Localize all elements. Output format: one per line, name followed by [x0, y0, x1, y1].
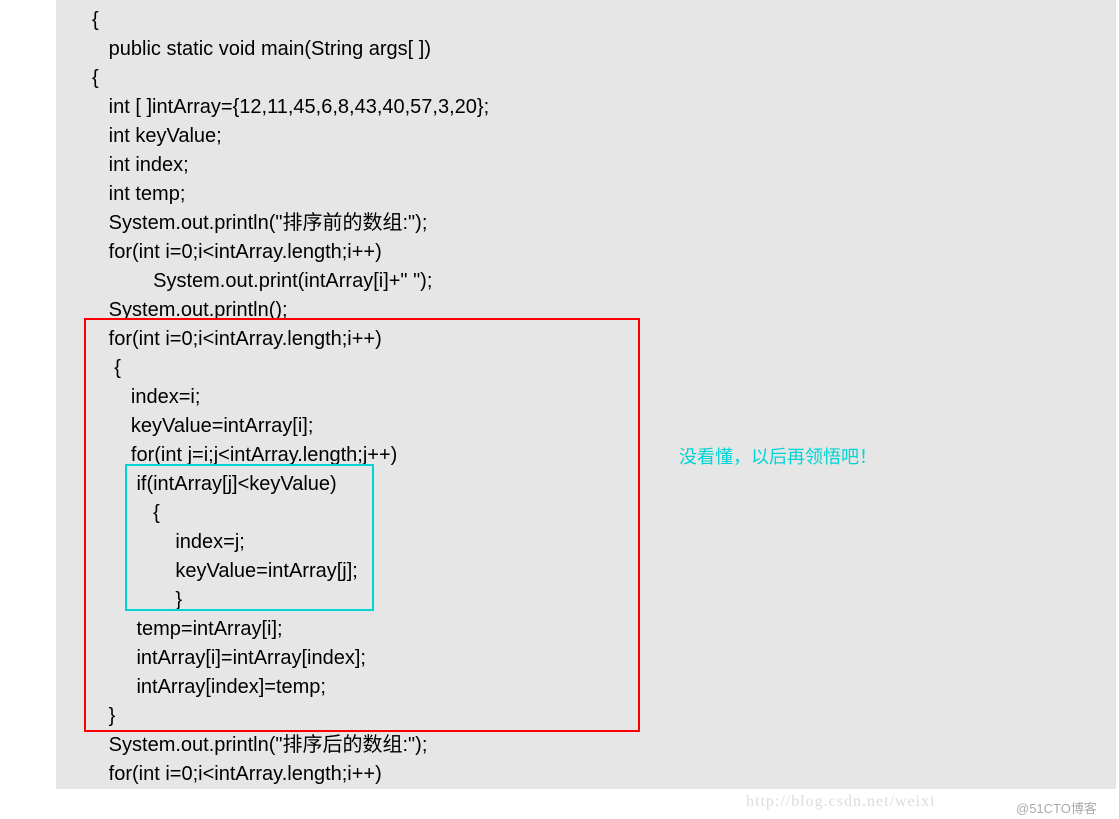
code-line: temp=intArray[i];	[56, 615, 1116, 644]
code-line: for(int i=0;i<intArray.length;i++)	[56, 760, 1116, 789]
code-line: int index;	[56, 151, 1116, 180]
watermark-copyright: @51CTO博客	[1016, 800, 1097, 819]
code-line: int temp;	[56, 180, 1116, 209]
code-line: intArray[index]=temp;	[56, 673, 1116, 702]
code-line: }	[56, 702, 1116, 731]
code-line: {	[56, 6, 1116, 35]
code-line: for(int j=i;j<intArray.length;j++)	[56, 441, 1116, 470]
code-line: }	[56, 586, 1116, 615]
watermark-url: http://blog.csdn.net/weixi	[746, 790, 936, 813]
code-line: int keyValue;	[56, 122, 1116, 151]
code-line: intArray[i]=intArray[index];	[56, 644, 1116, 673]
code-line: {	[56, 499, 1116, 528]
code-line: int [ ]intArray={12,11,45,6,8,43,40,57,3…	[56, 93, 1116, 122]
code-line: keyValue=intArray[i];	[56, 412, 1116, 441]
annotation-text: 没看懂，以后再领悟吧！	[679, 444, 877, 470]
code-line: System.out.println("排序后的数组:");	[56, 731, 1116, 760]
code-block: { public static void main(String args[ ]…	[56, 0, 1116, 789]
code-line: System.out.println("排序前的数组:");	[56, 209, 1116, 238]
code-line: {	[56, 64, 1116, 93]
code-line: System.out.println();	[56, 296, 1116, 325]
code-line: public static void main(String args[ ])	[56, 35, 1116, 64]
code-line: keyValue=intArray[j];	[56, 557, 1116, 586]
code-line: index=j;	[56, 528, 1116, 557]
code-line: System.out.print(intArray[i]+" ");	[56, 267, 1116, 296]
code-line: {	[56, 354, 1116, 383]
code-line: if(intArray[j]<keyValue)	[56, 470, 1116, 499]
code-line: for(int i=0;i<intArray.length;i++)	[56, 325, 1116, 354]
code-line: index=i;	[56, 383, 1116, 412]
code-line: for(int i=0;i<intArray.length;i++)	[56, 238, 1116, 267]
